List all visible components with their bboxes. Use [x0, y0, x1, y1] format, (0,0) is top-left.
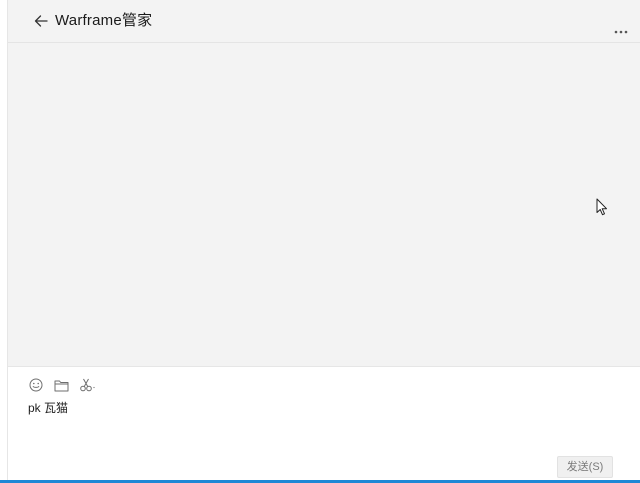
send-button[interactable]: 发送(S) — [557, 456, 613, 478]
emoji-icon[interactable] — [28, 377, 44, 393]
chat-title: Warframe管家 — [55, 12, 153, 29]
folder-icon[interactable] — [53, 377, 69, 393]
message-list[interactable] — [8, 43, 640, 366]
chat-header: Warframe管家 — [8, 0, 640, 43]
message-input[interactable]: pk 瓦猫 — [28, 401, 68, 415]
left-edge-border — [0, 0, 8, 483]
more-horizontal-icon[interactable] — [614, 22, 628, 34]
scissors-icon[interactable] — [78, 377, 98, 393]
chat-window: Warframe管家 pk 瓦猫 发送(S) — [0, 0, 640, 483]
arrow-left-icon[interactable] — [33, 13, 49, 29]
composer-toolbar — [28, 377, 107, 393]
mouse-cursor-icon — [596, 198, 608, 221]
message-composer: pk 瓦猫 发送(S) — [8, 366, 640, 481]
